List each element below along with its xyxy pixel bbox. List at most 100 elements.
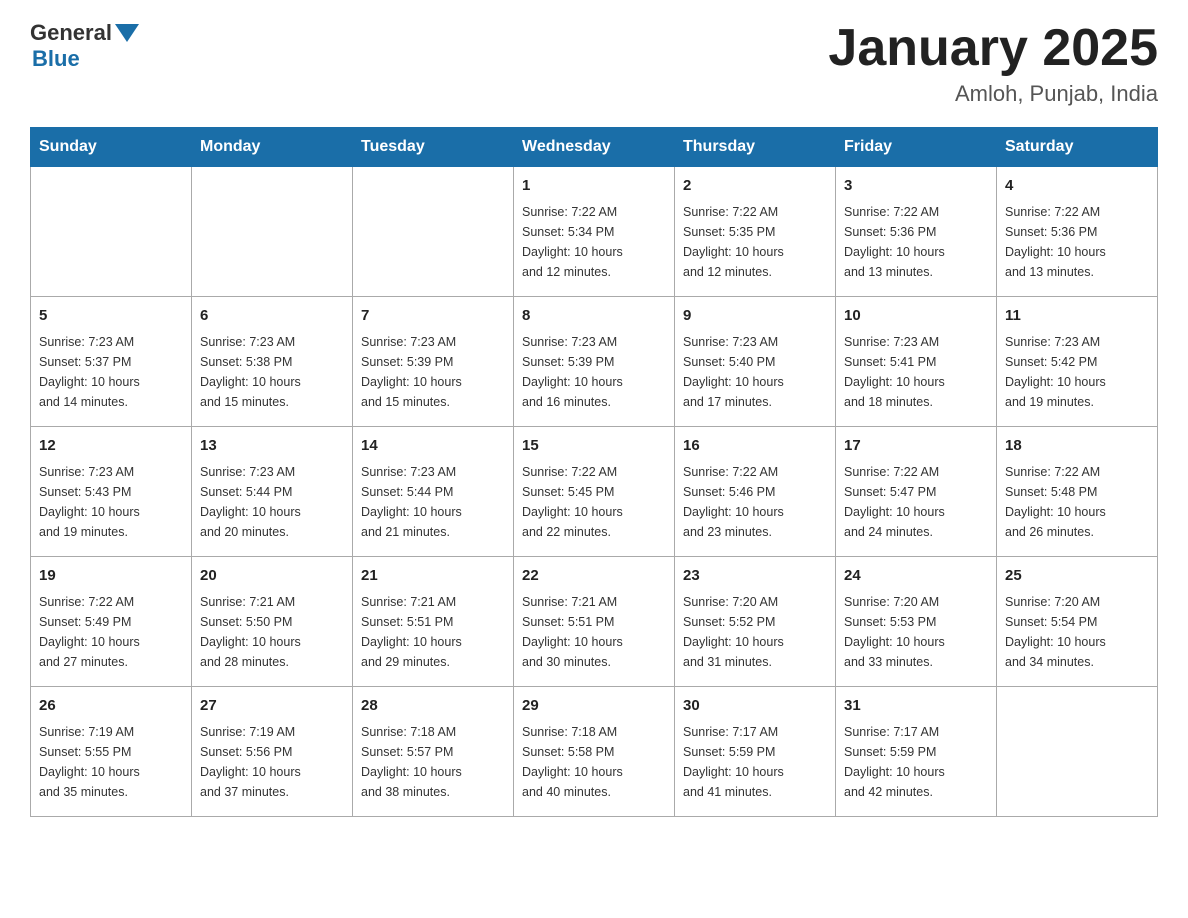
day-number: 29 (522, 695, 666, 718)
day-number: 11 (1005, 305, 1149, 328)
day-number: 6 (200, 305, 344, 328)
calendar-cell: 16 Sunrise: 7:22 AM Sunset: 5:46 PM Dayli… (675, 427, 836, 557)
day-number: 24 (844, 565, 988, 588)
day-info: Sunrise: 7:22 AM Sunset: 5:34 PM Dayligh… (522, 202, 666, 282)
calendar-cell (192, 167, 353, 297)
calendar-cell: 6Sunrise: 7:23 AM Sunset: 5:38 PM Daylig… (192, 297, 353, 427)
title-area: January 2025 Amloh, Punjab, India (828, 20, 1158, 107)
calendar-week-4: 19Sunrise: 7:22 AM Sunset: 5:49 PM Dayli… (31, 557, 1158, 687)
day-info: Sunrise: 7:17 AM Sunset: 5:59 PM Dayligh… (683, 722, 827, 802)
calendar-cell: 19Sunrise: 7:22 AM Sunset: 5:49 PM Dayli… (31, 557, 192, 687)
page-header: General Blue January 2025 Amloh, Punjab,… (30, 20, 1158, 107)
day-info: Sunrise: 7:23 AM Sunset: 5:37 PM Dayligh… (39, 332, 183, 412)
day-number: 1 (522, 175, 666, 198)
day-info: Sunrise: 7:20 AM Sunset: 5:54 PM Dayligh… (1005, 592, 1149, 672)
calendar-cell: 14Sunrise: 7:23 AM Sunset: 5:44 PM Dayli… (353, 427, 514, 557)
calendar-subtitle: Amloh, Punjab, India (828, 81, 1158, 107)
day-number: 14 (361, 435, 505, 458)
logo-blue-text: Blue (32, 46, 80, 72)
weekday-header-saturday: Saturday (997, 128, 1158, 167)
day-number: 27 (200, 695, 344, 718)
day-info: Sunrise: 7:19 AM Sunset: 5:56 PM Dayligh… (200, 722, 344, 802)
day-number: 22 (522, 565, 666, 588)
calendar-cell: 31 Sunrise: 7:17 AM Sunset: 5:59 PM Dayli… (836, 687, 997, 817)
day-info: Sunrise: 7:22 AM Sunset: 5:46 PM Dayligh… (683, 462, 827, 542)
day-number: 23 (683, 565, 827, 588)
day-number: 2 (683, 175, 827, 198)
calendar-cell: 7Sunrise: 7:23 AM Sunset: 5:39 PM Daylig… (353, 297, 514, 427)
day-info: Sunrise: 7:22 AM Sunset: 5:49 PM Dayligh… (39, 592, 183, 672)
day-number: 8 (522, 305, 666, 328)
weekday-header-wednesday: Wednesday (514, 128, 675, 167)
calendar-cell: 29 Sunrise: 7:18 AM Sunset: 5:58 PM Dayli… (514, 687, 675, 817)
calendar-cell (353, 167, 514, 297)
logo: General Blue (30, 20, 139, 72)
calendar-cell: 3 Sunrise: 7:22 AM Sunset: 5:36 PM Daylig… (836, 167, 997, 297)
calendar-week-5: 26Sunrise: 7:19 AM Sunset: 5:55 PM Dayli… (31, 687, 1158, 817)
day-info: Sunrise: 7:17 AM Sunset: 5:59 PM Dayligh… (844, 722, 988, 802)
calendar-cell: 15 Sunrise: 7:22 AM Sunset: 5:45 PM Dayli… (514, 427, 675, 557)
day-info: Sunrise: 7:22 AM Sunset: 5:36 PM Dayligh… (844, 202, 988, 282)
day-number: 10 (844, 305, 988, 328)
day-info: Sunrise: 7:20 AM Sunset: 5:52 PM Dayligh… (683, 592, 827, 672)
calendar-title: January 2025 (828, 20, 1158, 77)
day-info: Sunrise: 7:23 AM Sunset: 5:41 PM Dayligh… (844, 332, 988, 412)
day-number: 26 (39, 695, 183, 718)
day-number: 12 (39, 435, 183, 458)
day-number: 7 (361, 305, 505, 328)
day-number: 15 (522, 435, 666, 458)
calendar-week-1: 1 Sunrise: 7:22 AM Sunset: 5:34 PM Daylig… (31, 167, 1158, 297)
day-number: 30 (683, 695, 827, 718)
day-info: Sunrise: 7:23 AM Sunset: 5:43 PM Dayligh… (39, 462, 183, 542)
weekday-header-thursday: Thursday (675, 128, 836, 167)
calendar-cell: 28 Sunrise: 7:18 AM Sunset: 5:57 PM Dayli… (353, 687, 514, 817)
calendar-cell: 27 Sunrise: 7:19 AM Sunset: 5:56 PM Dayli… (192, 687, 353, 817)
calendar-week-2: 5 Sunrise: 7:23 AM Sunset: 5:37 PM Daylig… (31, 297, 1158, 427)
day-info: Sunrise: 7:22 AM Sunset: 5:35 PM Dayligh… (683, 202, 827, 282)
weekday-header-row: SundayMondayTuesdayWednesdayThursdayFrid… (31, 128, 1158, 167)
calendar-cell (31, 167, 192, 297)
weekday-header-monday: Monday (192, 128, 353, 167)
calendar-cell: 17Sunrise: 7:22 AM Sunset: 5:47 PM Dayli… (836, 427, 997, 557)
calendar-cell: 18 Sunrise: 7:22 AM Sunset: 5:48 PM Dayli… (997, 427, 1158, 557)
calendar-cell: 5 Sunrise: 7:23 AM Sunset: 5:37 PM Daylig… (31, 297, 192, 427)
calendar-cell: 22 Sunrise: 7:21 AM Sunset: 5:51 PM Dayli… (514, 557, 675, 687)
calendar-cell: 4 Sunrise: 7:22 AM Sunset: 5:36 PM Daylig… (997, 167, 1158, 297)
calendar-cell: 10 Sunrise: 7:23 AM Sunset: 5:41 PM Dayli… (836, 297, 997, 427)
calendar-cell: 9Sunrise: 7:23 AM Sunset: 5:40 PM Daylig… (675, 297, 836, 427)
calendar-cell: 20 Sunrise: 7:21 AM Sunset: 5:50 PM Dayli… (192, 557, 353, 687)
day-number: 28 (361, 695, 505, 718)
day-number: 20 (200, 565, 344, 588)
calendar-cell: 2 Sunrise: 7:22 AM Sunset: 5:35 PM Daylig… (675, 167, 836, 297)
day-number: 4 (1005, 175, 1149, 198)
logo-general-text: General (30, 20, 112, 46)
day-number: 16 (683, 435, 827, 458)
calendar-table: SundayMondayTuesdayWednesdayThursdayFrid… (30, 127, 1158, 817)
day-info: Sunrise: 7:22 AM Sunset: 5:47 PM Dayligh… (844, 462, 988, 542)
calendar-cell (997, 687, 1158, 817)
day-number: 3 (844, 175, 988, 198)
day-number: 18 (1005, 435, 1149, 458)
day-info: Sunrise: 7:23 AM Sunset: 5:40 PM Dayligh… (683, 332, 827, 412)
day-info: Sunrise: 7:22 AM Sunset: 5:48 PM Dayligh… (1005, 462, 1149, 542)
day-info: Sunrise: 7:22 AM Sunset: 5:36 PM Dayligh… (1005, 202, 1149, 282)
logo-triangle-icon (115, 24, 139, 42)
day-info: Sunrise: 7:18 AM Sunset: 5:58 PM Dayligh… (522, 722, 666, 802)
day-info: Sunrise: 7:23 AM Sunset: 5:44 PM Dayligh… (200, 462, 344, 542)
day-info: Sunrise: 7:21 AM Sunset: 5:50 PM Dayligh… (200, 592, 344, 672)
day-info: Sunrise: 7:21 AM Sunset: 5:51 PM Dayligh… (361, 592, 505, 672)
day-number: 25 (1005, 565, 1149, 588)
day-info: Sunrise: 7:18 AM Sunset: 5:57 PM Dayligh… (361, 722, 505, 802)
weekday-header-tuesday: Tuesday (353, 128, 514, 167)
day-info: Sunrise: 7:21 AM Sunset: 5:51 PM Dayligh… (522, 592, 666, 672)
day-number: 5 (39, 305, 183, 328)
calendar-week-3: 12 Sunrise: 7:23 AM Sunset: 5:43 PM Dayli… (31, 427, 1158, 557)
day-info: Sunrise: 7:23 AM Sunset: 5:39 PM Dayligh… (522, 332, 666, 412)
calendar-cell: 8 Sunrise: 7:23 AM Sunset: 5:39 PM Daylig… (514, 297, 675, 427)
day-info: Sunrise: 7:22 AM Sunset: 5:45 PM Dayligh… (522, 462, 666, 542)
day-number: 21 (361, 565, 505, 588)
day-info: Sunrise: 7:23 AM Sunset: 5:42 PM Dayligh… (1005, 332, 1149, 412)
calendar-cell: 25 Sunrise: 7:20 AM Sunset: 5:54 PM Dayli… (997, 557, 1158, 687)
calendar-cell: 23 Sunrise: 7:20 AM Sunset: 5:52 PM Dayli… (675, 557, 836, 687)
day-number: 31 (844, 695, 988, 718)
